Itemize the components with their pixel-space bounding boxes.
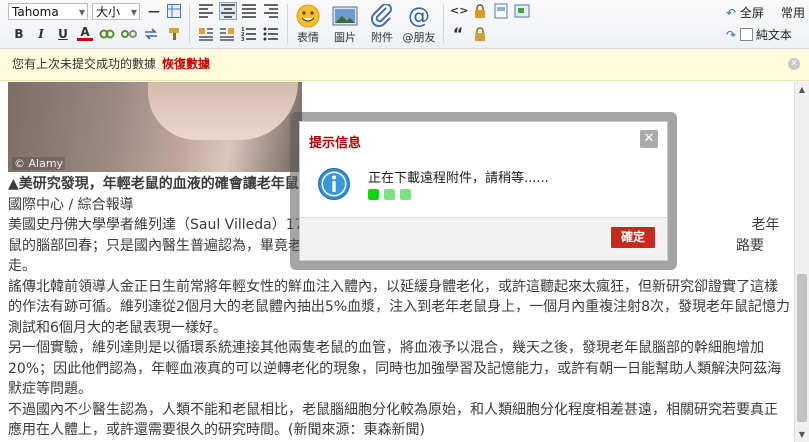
scroll-up-icon[interactable]: ▲ (795, 82, 809, 97)
align-justify-icon[interactable] (241, 3, 257, 19)
smiley-icon (296, 4, 320, 28)
image-icon (332, 6, 358, 26)
horizontal-rule-icon[interactable]: — (146, 3, 162, 19)
mention-friend-button[interactable]: @ @朋友 (399, 4, 439, 44)
unlink-icon[interactable] (121, 26, 137, 42)
link-icon[interactable] (99, 26, 115, 42)
close-icon[interactable]: ✕ (788, 58, 800, 70)
svg-text:3: 3 (241, 37, 245, 42)
download-dialog: 提示信息 ✕ 正在下載遠程附件，請稍等...... 確定 (299, 121, 668, 261)
image-button-label: 圖片 (334, 31, 356, 44)
italic-icon[interactable]: I (33, 26, 49, 42)
hide-content-icon[interactable] (472, 3, 488, 19)
align-left-icon[interactable] (198, 3, 214, 19)
loading-indicator (368, 189, 416, 203)
font-family-select[interactable]: Tahoma ▼ (8, 3, 88, 20)
at-icon: @ (408, 4, 430, 28)
vertical-scrollbar[interactable]: ▲ ▼ (794, 82, 809, 442)
float-left-icon[interactable] (198, 26, 214, 42)
editor-toolbar: Tahoma ▼ 大小 ▼ — B I U A 123 表情 圖片 附件 @ @… (0, 0, 809, 49)
info-icon (318, 168, 350, 200)
chevron-down-icon: ▼ (78, 8, 85, 17)
loading-dot (368, 189, 379, 200)
unordered-list-icon[interactable] (263, 26, 279, 42)
float-right-icon[interactable] (219, 26, 235, 42)
attachment-button[interactable]: 附件 (362, 4, 402, 44)
dialog-footer: 確定 (300, 217, 667, 260)
undo-arrow-icon: ↶ (726, 6, 737, 20)
font-size-value: 大小 (96, 5, 121, 19)
align-center-icon[interactable] (219, 2, 237, 20)
table-icon[interactable] (166, 3, 182, 19)
lock-icon[interactable] (472, 26, 488, 42)
emoji-button[interactable]: 表情 (288, 4, 328, 44)
mention-friend-button-label: @朋友 (402, 31, 436, 44)
plain-text-checkbox[interactable] (739, 28, 753, 41)
loading-dot (384, 189, 395, 200)
loading-dot (400, 189, 411, 200)
bold-icon[interactable]: B (11, 26, 27, 42)
quote-icon[interactable]: “ (450, 26, 466, 42)
ok-button[interactable]: 確定 (611, 227, 655, 248)
toolbar-divider (189, 4, 190, 44)
redo-arrow-icon: ↷ (726, 28, 737, 42)
fullscreen-label: 全屏 (739, 6, 764, 20)
notice-message: 您有上次未提交成功的數據 (12, 57, 157, 71)
font-color-icon[interactable]: A (77, 26, 93, 41)
emoji-button-label: 表情 (297, 31, 319, 44)
chevron-down-icon: ▼ (130, 8, 137, 17)
plain-text-toggle[interactable]: ↷ 純文本 (726, 27, 792, 43)
scrollbar-thumb[interactable] (797, 274, 807, 422)
underline-icon[interactable]: U (55, 26, 71, 42)
restore-data-link[interactable]: 恢復數據 (162, 57, 210, 71)
font-family-value: Tahoma (12, 5, 59, 19)
image-button[interactable]: 圖片 (325, 4, 365, 44)
paperclip-icon (370, 4, 392, 28)
ordered-list-icon[interactable]: 123 (241, 26, 257, 43)
fullscreen-button[interactable]: ↶ 全屏 (726, 5, 764, 21)
page-break-icon[interactable] (493, 3, 509, 19)
unsaved-data-notice: 您有上次未提交成功的數據 恢復數據 ✕ (0, 49, 809, 81)
insert-media-icon[interactable] (514, 3, 530, 19)
attachment-button-label: 附件 (371, 31, 393, 44)
align-right-icon[interactable] (263, 3, 279, 19)
dialog-close-icon[interactable]: ✕ (640, 130, 658, 148)
plain-text-label: 純文本 (755, 28, 792, 42)
common-button[interactable]: 常用 (781, 5, 805, 21)
dialog-title: 提示信息 (309, 136, 362, 151)
dialog-message: 正在下載遠程附件，請稍等...... (368, 171, 549, 186)
scroll-down-icon[interactable]: ▼ (795, 427, 809, 442)
swap-icon[interactable] (143, 26, 159, 42)
toolbar-divider (443, 4, 444, 44)
clear-format-brush-icon[interactable] (166, 26, 182, 42)
font-size-select[interactable]: 大小 ▼ (92, 3, 140, 20)
code-icon[interactable]: <> (450, 3, 468, 19)
svg-text:@: @ (408, 4, 430, 28)
